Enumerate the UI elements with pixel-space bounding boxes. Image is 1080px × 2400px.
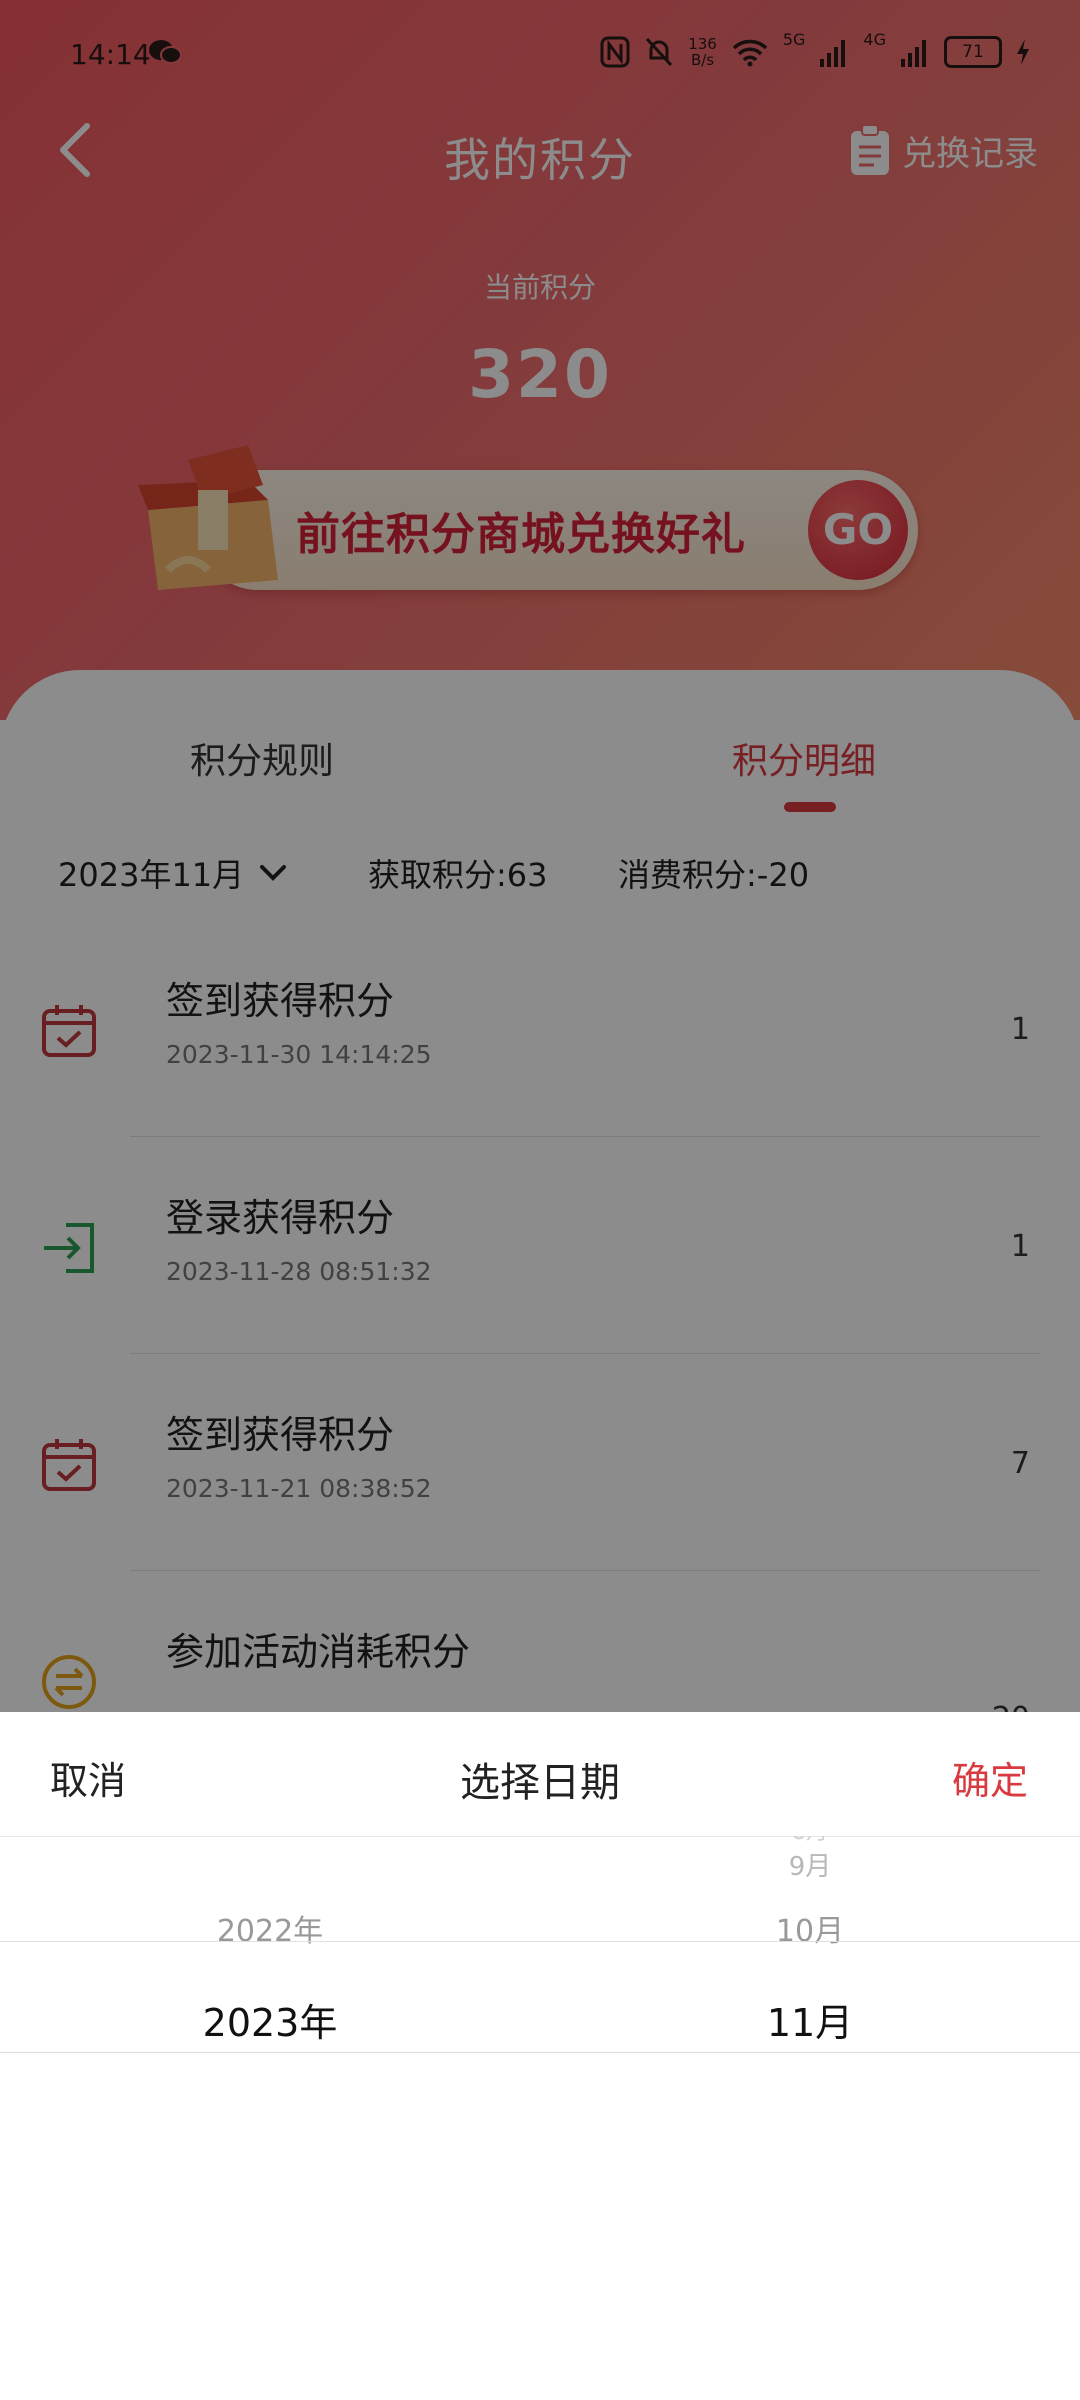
date-picker-header: 取消 选择日期 确定 xyxy=(0,1712,1080,1837)
year-wheel[interactable]: 2022年 2023年 xyxy=(0,1836,540,2276)
date-picker-title: 选择日期 xyxy=(460,1760,620,1806)
picker-selection-band xyxy=(0,1941,1080,2053)
date-picker-sheet: 取消 选择日期 确定 2022年 2023年 8月 9月 10月 11月 xyxy=(0,1712,1080,2400)
month-option[interactable]: 8月 xyxy=(540,1836,1080,1846)
modal-backdrop[interactable] xyxy=(0,0,1080,1712)
month-wheel[interactable]: 8月 9月 10月 11月 xyxy=(540,1836,1080,2276)
confirm-button[interactable]: 确定 xyxy=(952,1750,1028,1805)
month-option[interactable]: 9月 xyxy=(540,1846,1080,1883)
